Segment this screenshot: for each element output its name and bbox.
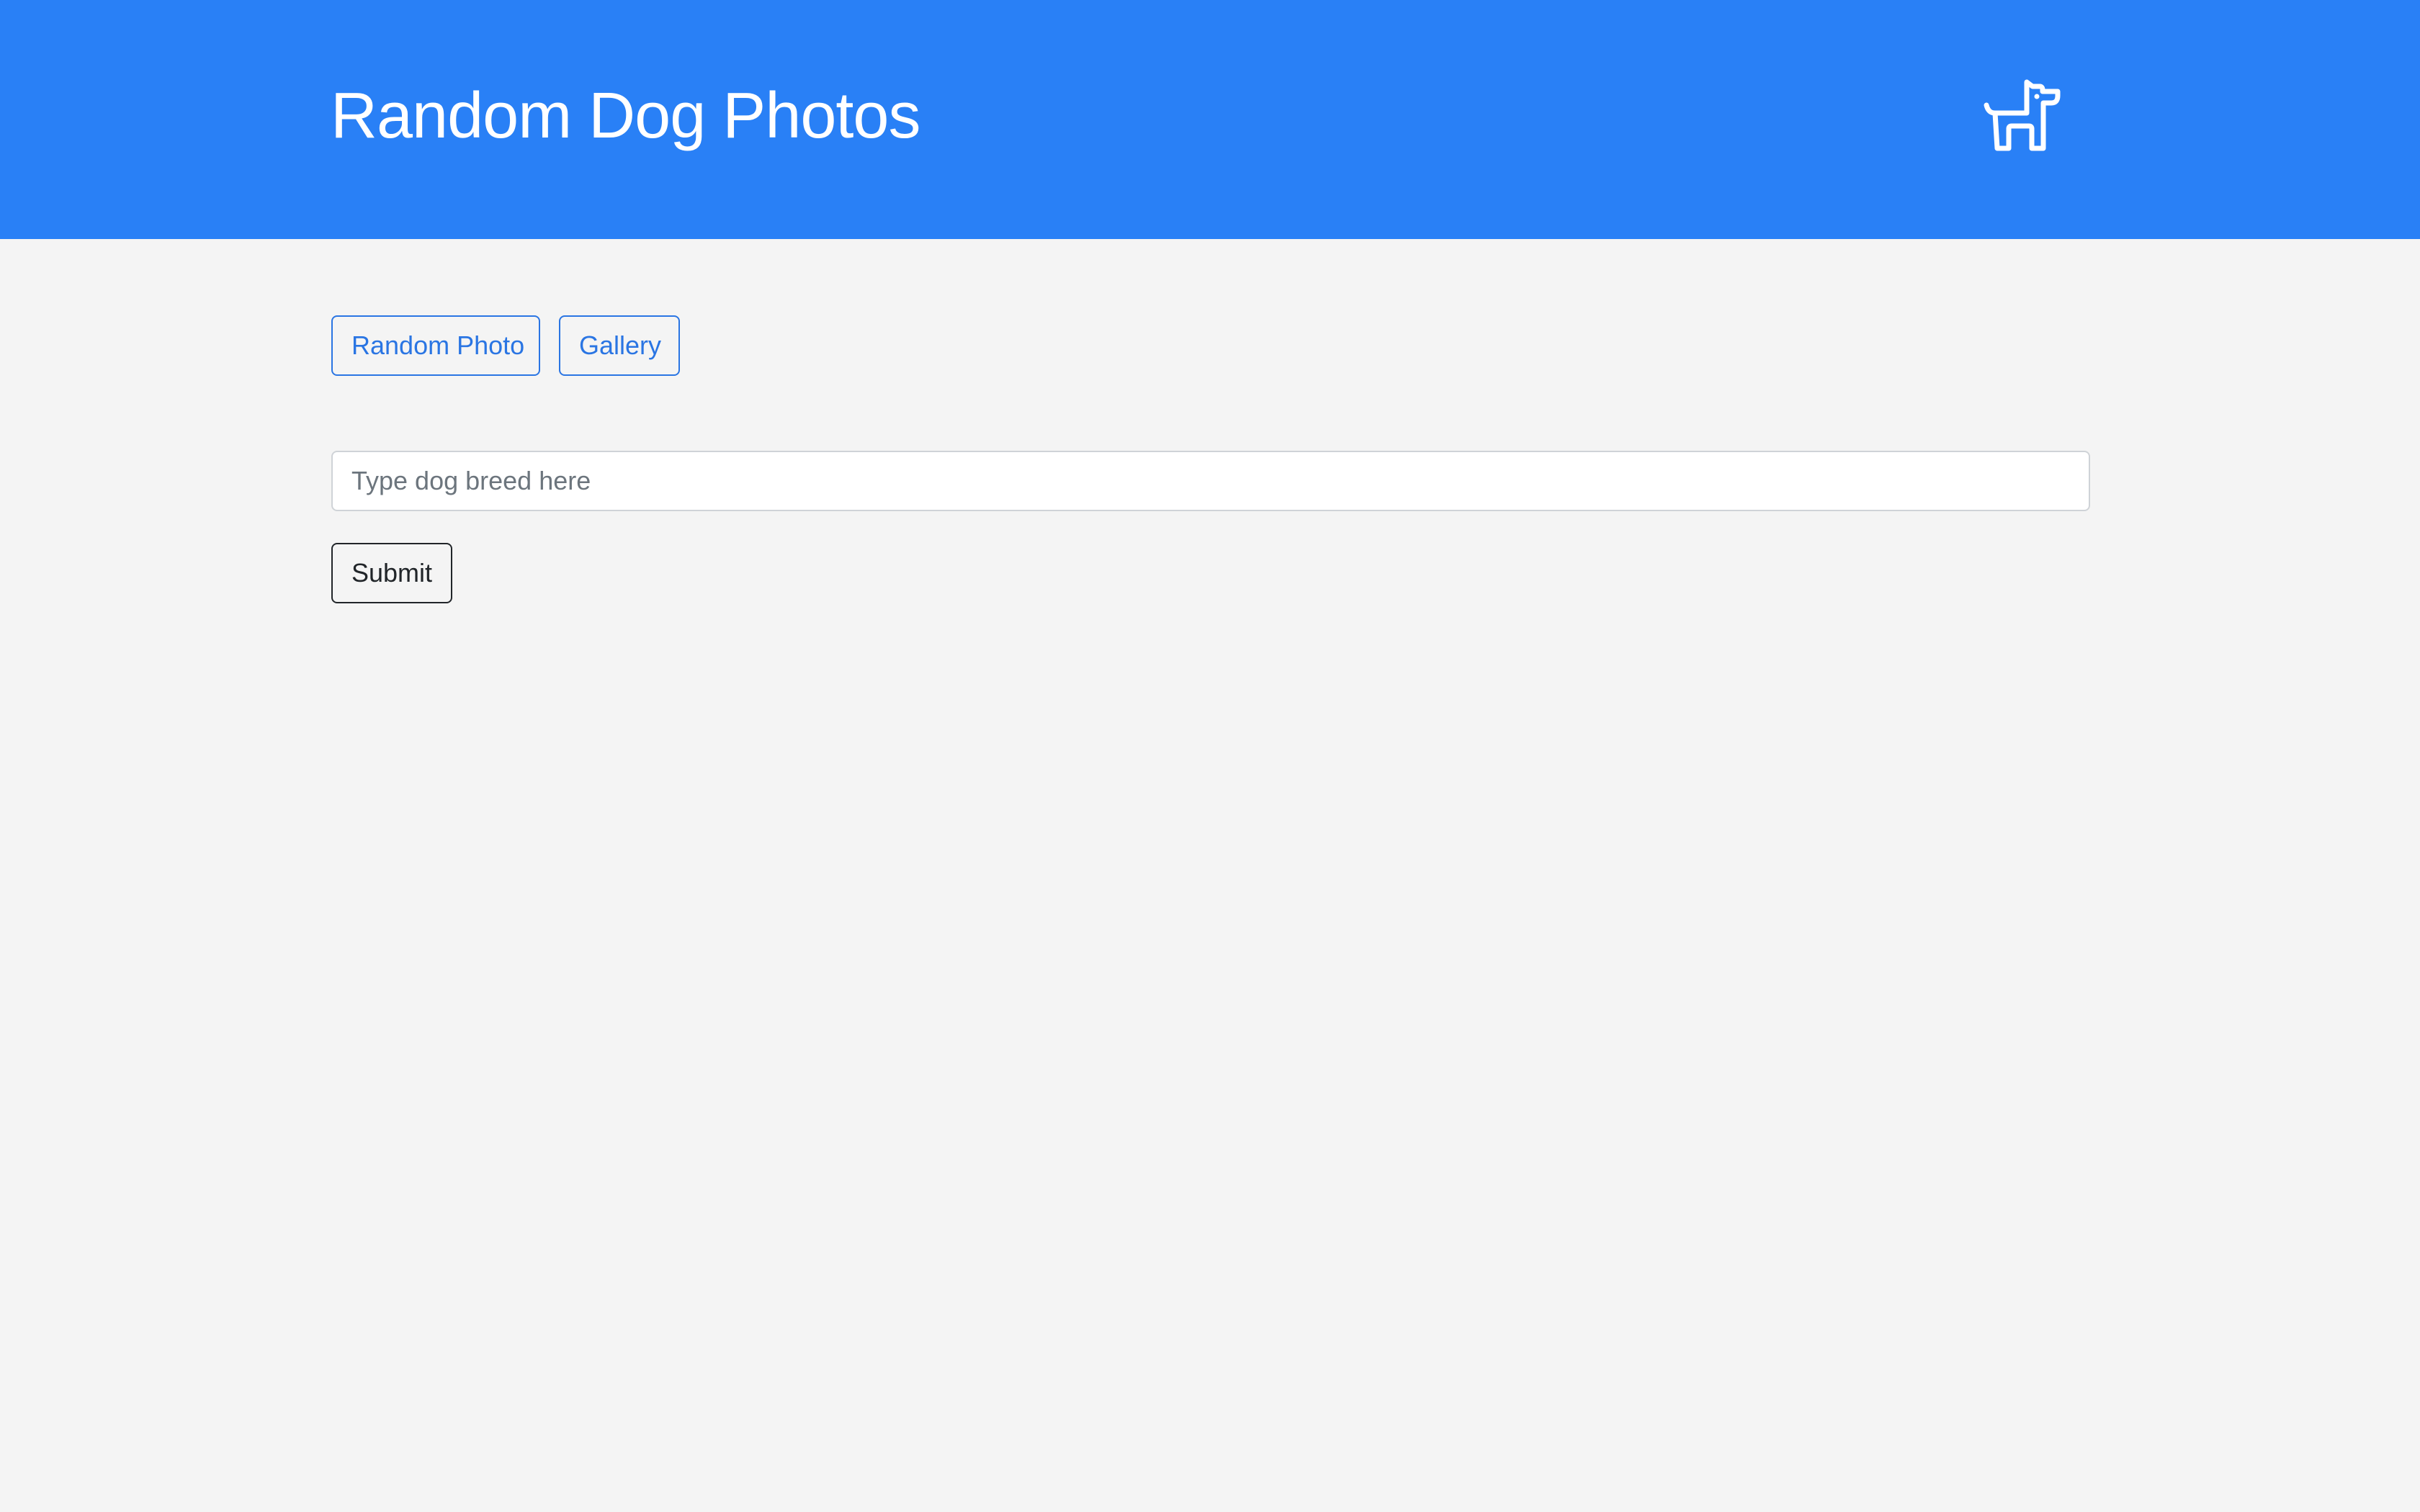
gallery-button[interactable]: Gallery — [559, 315, 680, 376]
submit-button[interactable]: Submit — [331, 543, 452, 603]
header-bar: Random Dog Photos — [0, 0, 2420, 239]
breed-search-input[interactable] — [331, 451, 2090, 511]
page-title: Random Dog Photos — [331, 80, 920, 152]
dog-icon — [1982, 78, 2063, 153]
random-photo-button[interactable]: Random Photo — [331, 315, 540, 376]
